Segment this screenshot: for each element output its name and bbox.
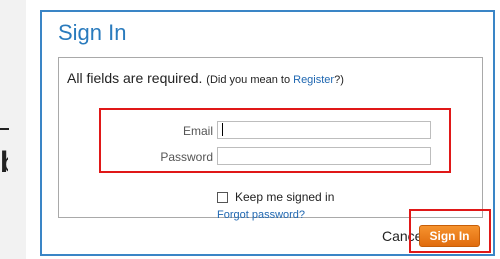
- required-notice: All fields are required. (Did you mean t…: [67, 70, 344, 86]
- password-field[interactable]: [217, 147, 431, 165]
- required-text: All fields are required.: [67, 70, 203, 86]
- keep-signed-in-label[interactable]: Keep me signed in: [235, 190, 334, 204]
- background-dash: [0, 128, 9, 130]
- email-field[interactable]: [217, 121, 431, 139]
- register-link[interactable]: Register: [293, 74, 334, 86]
- forgot-password-link[interactable]: Forgot password?: [217, 209, 305, 221]
- register-hint: (Did you mean to Register?): [206, 74, 344, 86]
- background-fragment: b: [0, 148, 8, 178]
- text-caret: [222, 123, 223, 136]
- sign-in-form-panel: All fields are required. (Did you mean t…: [58, 57, 483, 221]
- keep-signed-in-checkbox[interactable]: [217, 192, 228, 203]
- sign-in-dialog: Sign In All fields are required. (Did yo…: [40, 10, 495, 256]
- password-label: Password: [160, 150, 213, 164]
- dialog-title: Sign In: [58, 20, 127, 45]
- sign-in-button[interactable]: Sign In: [419, 225, 480, 247]
- email-label: Email: [182, 124, 213, 138]
